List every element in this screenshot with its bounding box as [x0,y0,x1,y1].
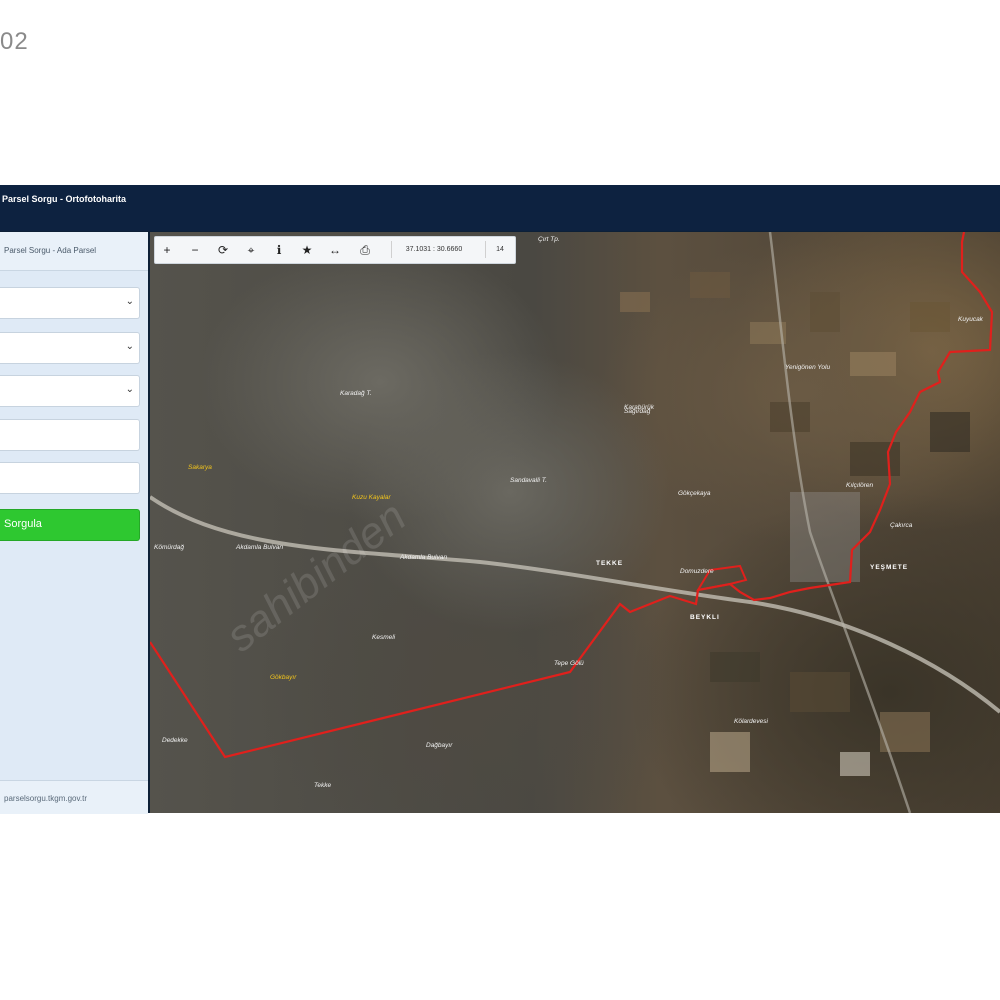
zoom-out-icon[interactable]: − [185,240,205,260]
map-label: Akdamla Bulvarı [400,554,448,561]
map-label: Kılçılören [846,482,874,489]
map-label: Sandavalli T. [510,477,547,484]
sidebar: Parsel Sorgu - Ada Parsel ⌄ ⌄ ⌄ Sorgula … [0,232,148,814]
parcel-input[interactable] [0,462,140,494]
query-button-label: Sorgula [4,518,42,530]
satellite-map[interactable]: sahibinden + − ⟳ ⌖ ℹ ★ ↔ ⎙ 37.1031 : 30.… [150,232,1000,813]
corner-number: 02 [0,28,29,55]
map-label: YEŞMETE [870,564,909,571]
info-icon[interactable]: ℹ [269,240,289,260]
map-label: Domuzdere [680,568,714,575]
chevron-down-icon: ⌄ [125,341,134,352]
map-label: Dedekke [162,737,188,744]
map-label: Kuyucak [958,316,983,323]
map-label: Kesmeli [372,634,396,641]
map-label: Akdamla Bulvarı [236,544,284,551]
map-toolbar: + − ⟳ ⌖ ℹ ★ ↔ ⎙ 37.1031 : 30.6660 14 [154,236,516,264]
star-icon[interactable]: ★ [297,240,317,260]
sidebar-header: Parsel Sorgu - Ada Parsel [0,232,148,271]
neighborhood-select[interactable]: ⌄ [0,375,140,407]
map-label: Yenigönen Yolu [785,364,831,371]
map-label: Karadağ T. [340,390,372,397]
map-label: Sağırdağ [624,408,651,415]
block-input[interactable] [0,419,140,451]
map-overlay [150,232,1000,813]
map-label: TEKKE [596,560,624,567]
map-label: Kuzu Kayalar [352,494,391,501]
sidebar-footer: parselsorgu.tkgm.gov.tr [0,780,148,814]
refresh-icon[interactable]: ⟳ [213,240,233,260]
chevron-down-icon: ⌄ [125,384,134,395]
locate-icon[interactable]: ⌖ [241,240,261,260]
map-label: Dağbayır [426,742,453,749]
map-label: Sakarya [188,464,212,471]
map-label: Çakırca [890,522,913,529]
app-window: Parsel Sorgu - Ortofotoharita Parsel Sor… [0,185,1000,814]
measure-icon[interactable]: ↔ [325,240,345,260]
chevron-down-icon: ⌄ [125,296,134,307]
coordinate-readout: 37.1031 : 30.6660 [391,241,476,258]
district-select[interactable]: ⌄ [0,332,140,364]
map-label: Gökbayır [270,674,297,681]
map-label: Tekke [314,782,332,789]
map-label: Gökçekaya [678,490,711,497]
province-select[interactable]: ⌄ [0,287,140,319]
query-button[interactable]: Sorgula [0,509,140,541]
map-label: Kölardevesi [734,718,768,725]
map-label: BEYKLI [690,614,720,621]
top-bar: Parsel Sorgu - Ortofotoharita [0,185,1000,231]
sidebar-footer-text: parselsorgu.tkgm.gov.tr [4,794,87,803]
map-label: Tepe Gölü [554,660,584,667]
zoom-in-icon[interactable]: + [157,240,177,260]
zoom-level: 14 [485,241,514,258]
app-title: Parsel Sorgu - Ortofotoharita [2,194,127,204]
map-label: Çırt Tp. [538,236,560,243]
print-icon[interactable]: ⎙ [355,240,375,260]
sidebar-header-label: Parsel Sorgu - Ada Parsel [4,246,97,255]
map-label: Kömürdağ [154,544,184,551]
